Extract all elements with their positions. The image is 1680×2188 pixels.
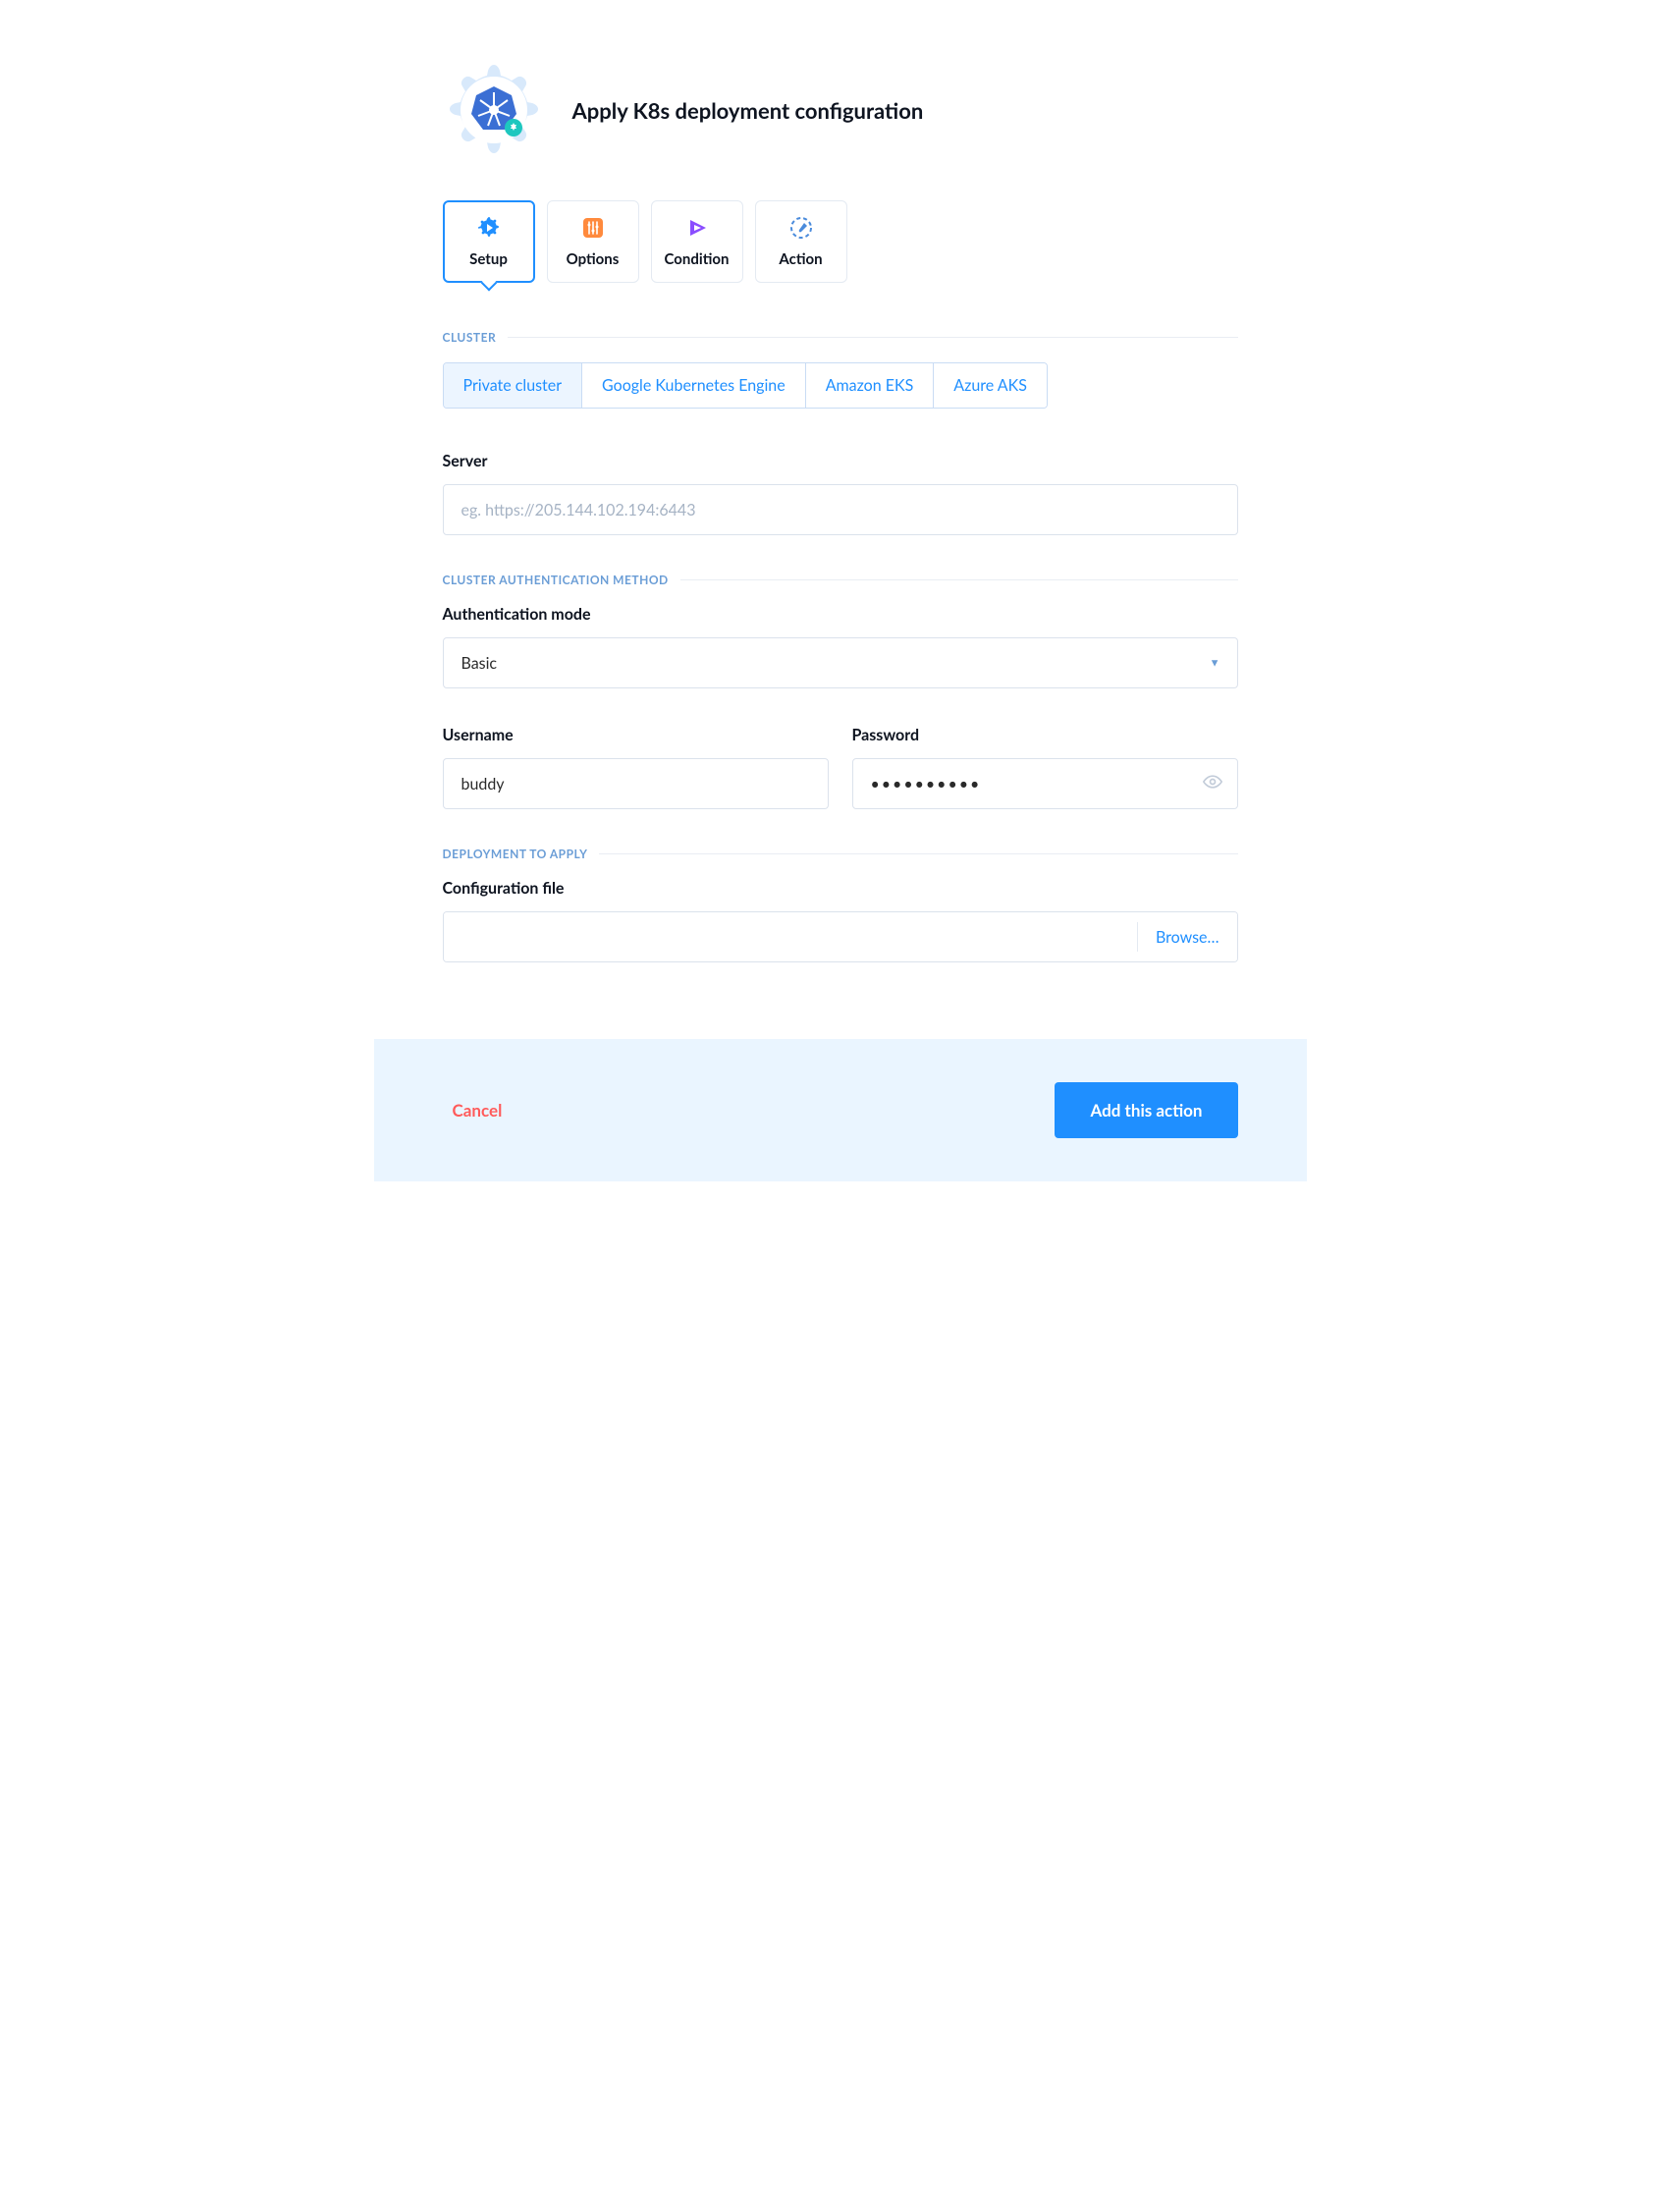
auth-mode-label: Authentication mode: [443, 605, 1238, 624]
kubernetes-gear-icon: [443, 59, 545, 161]
tab-label: Setup: [469, 250, 508, 268]
cluster-option-private[interactable]: Private cluster: [444, 363, 583, 408]
eye-icon[interactable]: [1203, 772, 1222, 795]
cluster-option-aks[interactable]: Azure AKS: [934, 363, 1047, 408]
tab-label: Options: [567, 250, 620, 268]
options-sliders-icon: [580, 215, 606, 241]
tab-action[interactable]: Action: [755, 200, 847, 283]
footer-bar: Cancel Add this action: [374, 1039, 1307, 1181]
password-input[interactable]: [852, 758, 1238, 809]
cluster-type-segmented: Private cluster Google Kubernetes Engine…: [443, 362, 1048, 409]
condition-play-icon: [684, 215, 710, 241]
tab-setup[interactable]: Setup: [443, 200, 535, 283]
section-cluster: CLUSTER: [443, 330, 1238, 345]
config-file-input[interactable]: [444, 912, 1138, 961]
tab-label: Condition: [665, 250, 730, 268]
cancel-button[interactable]: Cancel: [443, 1086, 513, 1134]
setup-gear-icon: [476, 215, 502, 241]
divider: [508, 337, 1237, 338]
server-input[interactable]: [443, 484, 1238, 535]
section-deployment: DEPLOYMENT TO APPLY: [443, 847, 1238, 861]
divider: [599, 853, 1237, 854]
section-label: DEPLOYMENT TO APPLY: [443, 847, 588, 861]
tab-label: Action: [779, 250, 822, 268]
page-title: Apply K8s deployment configuration: [572, 97, 924, 124]
add-action-button[interactable]: Add this action: [1055, 1082, 1237, 1138]
section-label: CLUSTER AUTHENTICATION METHOD: [443, 573, 669, 587]
password-label: Password: [852, 726, 1238, 744]
divider: [680, 579, 1238, 580]
browse-button[interactable]: Browse…: [1138, 912, 1237, 961]
username-input[interactable]: [443, 758, 829, 809]
username-label: Username: [443, 726, 829, 744]
tab-options[interactable]: Options: [547, 200, 639, 283]
action-brush-icon: [788, 215, 814, 241]
tab-bar: Setup Options: [443, 200, 1238, 283]
server-label: Server: [443, 452, 1238, 470]
section-label: CLUSTER: [443, 330, 497, 345]
page-header: Apply K8s deployment configuration: [443, 59, 1238, 161]
cluster-option-gke[interactable]: Google Kubernetes Engine: [582, 363, 806, 408]
tab-condition[interactable]: Condition: [651, 200, 743, 283]
auth-mode-select[interactable]: Basic: [443, 637, 1238, 688]
config-file-label: Configuration file: [443, 879, 1238, 898]
section-auth: CLUSTER AUTHENTICATION METHOD: [443, 573, 1238, 587]
cluster-option-eks[interactable]: Amazon EKS: [806, 363, 935, 408]
